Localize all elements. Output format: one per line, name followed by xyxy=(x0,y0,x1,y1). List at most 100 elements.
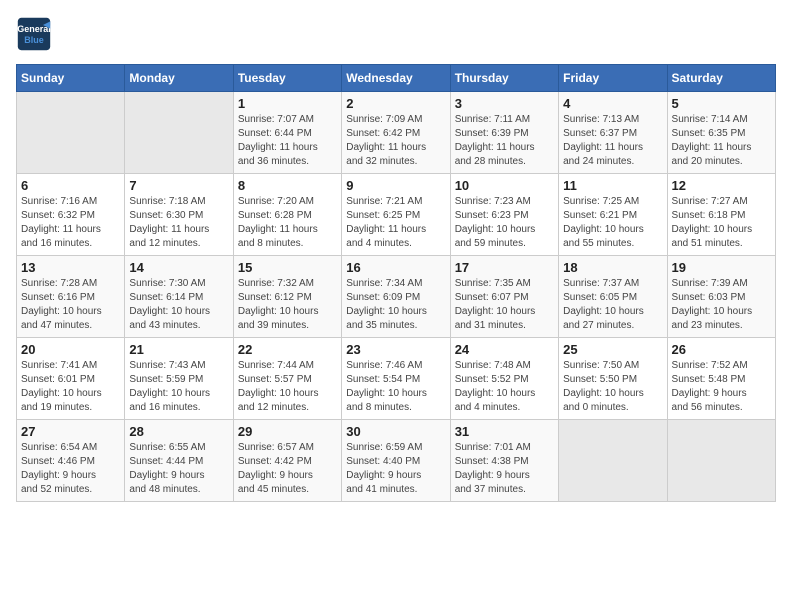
day-info: Sunrise: 7:11 AM Sunset: 6:39 PM Dayligh… xyxy=(455,113,554,169)
day-info: Sunrise: 7:21 AM Sunset: 6:25 PM Dayligh… xyxy=(346,195,445,251)
day-number: 25 xyxy=(563,342,662,357)
calendar-cell: 17 Sunrise: 7:35 AM Sunset: 6:07 PM Dayli… xyxy=(450,256,558,338)
day-header-wednesday: Wednesday xyxy=(342,65,450,92)
day-header-tuesday: Tuesday xyxy=(233,65,341,92)
day-info: Sunrise: 7:37 AM Sunset: 6:05 PM Dayligh… xyxy=(563,277,662,333)
calendar-cell: 9 Sunrise: 7:21 AM Sunset: 6:25 PM Daylig… xyxy=(342,174,450,256)
day-info: Sunrise: 7:07 AM Sunset: 6:44 PM Dayligh… xyxy=(238,113,337,169)
day-number: 7 xyxy=(129,178,228,193)
day-number: 26 xyxy=(672,342,771,357)
calendar-cell: 6 Sunrise: 7:16 AM Sunset: 6:32 PM Daylig… xyxy=(17,174,125,256)
calendar-cell: 29Sunrise: 6:57 AM Sunset: 4:42 PM Dayli… xyxy=(233,420,341,502)
day-number: 31 xyxy=(455,424,554,439)
calendar-cell: 23 Sunrise: 7:46 AM Sunset: 5:54 PM Dayli… xyxy=(342,338,450,420)
calendar-cell: 5 Sunrise: 7:14 AM Sunset: 6:35 PM Daylig… xyxy=(667,92,775,174)
calendar-cell xyxy=(17,92,125,174)
day-info: Sunrise: 7:52 AM Sunset: 5:48 PM Dayligh… xyxy=(672,359,771,415)
day-info: Sunrise: 7:35 AM Sunset: 6:07 PM Dayligh… xyxy=(455,277,554,333)
day-number: 1 xyxy=(238,96,337,111)
day-info: Sunrise: 7:27 AM Sunset: 6:18 PM Dayligh… xyxy=(672,195,771,251)
day-info: Sunrise: 7:16 AM Sunset: 6:32 PM Dayligh… xyxy=(21,195,120,251)
day-info: Sunrise: 7:20 AM Sunset: 6:28 PM Dayligh… xyxy=(238,195,337,251)
day-info: Sunrise: 7:43 AM Sunset: 5:59 PM Dayligh… xyxy=(129,359,228,415)
calendar-cell: 12 Sunrise: 7:27 AM Sunset: 6:18 PM Dayli… xyxy=(667,174,775,256)
day-number: 23 xyxy=(346,342,445,357)
calendar-cell: 4 Sunrise: 7:13 AM Sunset: 6:37 PM Daylig… xyxy=(559,92,667,174)
day-info: Sunrise: 7:34 AM Sunset: 6:09 PM Dayligh… xyxy=(346,277,445,333)
day-number: 18 xyxy=(563,260,662,275)
day-number: 28 xyxy=(129,424,228,439)
calendar-cell: 25 Sunrise: 7:50 AM Sunset: 5:50 PM Dayli… xyxy=(559,338,667,420)
calendar-cell: 1 Sunrise: 7:07 AM Sunset: 6:44 PM Daylig… xyxy=(233,92,341,174)
calendar-cell: 15 Sunrise: 7:32 AM Sunset: 6:12 PM Dayli… xyxy=(233,256,341,338)
day-number: 6 xyxy=(21,178,120,193)
day-header-monday: Monday xyxy=(125,65,233,92)
calendar-week-row: 13 Sunrise: 7:28 AM Sunset: 6:16 PM Dayli… xyxy=(17,256,776,338)
calendar-cell: 2 Sunrise: 7:09 AM Sunset: 6:42 PM Daylig… xyxy=(342,92,450,174)
day-number: 16 xyxy=(346,260,445,275)
day-number: 15 xyxy=(238,260,337,275)
calendar-cell: 16 Sunrise: 7:34 AM Sunset: 6:09 PM Dayli… xyxy=(342,256,450,338)
day-number: 19 xyxy=(672,260,771,275)
day-info: Sunrise: 7:14 AM Sunset: 6:35 PM Dayligh… xyxy=(672,113,771,169)
day-number: 8 xyxy=(238,178,337,193)
day-info: Sunrise: 6:59 AM Sunset: 4:40 PM Dayligh… xyxy=(346,441,445,497)
calendar-cell xyxy=(667,420,775,502)
day-info: Sunrise: 7:25 AM Sunset: 6:21 PM Dayligh… xyxy=(563,195,662,251)
calendar-cell xyxy=(559,420,667,502)
calendar-cell: 28 Sunrise: 6:55 AM Sunset: 4:44 PM Dayli… xyxy=(125,420,233,502)
day-number: 4 xyxy=(563,96,662,111)
day-info: Sunrise: 7:41 AM Sunset: 6:01 PM Dayligh… xyxy=(21,359,120,415)
calendar-cell: 18 Sunrise: 7:37 AM Sunset: 6:05 PM Dayli… xyxy=(559,256,667,338)
calendar-cell: 27 Sunrise: 6:54 AM Sunset: 4:46 PM Dayli… xyxy=(17,420,125,502)
day-info: Sunrise: 7:48 AM Sunset: 5:52 PM Dayligh… xyxy=(455,359,554,415)
day-info: Sunrise: 7:50 AM Sunset: 5:50 PM Dayligh… xyxy=(563,359,662,415)
day-number: 3 xyxy=(455,96,554,111)
calendar-cell: 3 Sunrise: 7:11 AM Sunset: 6:39 PM Daylig… xyxy=(450,92,558,174)
calendar-week-row: 1 Sunrise: 7:07 AM Sunset: 6:44 PM Daylig… xyxy=(17,92,776,174)
day-info: Sunrise: 7:13 AM Sunset: 6:37 PM Dayligh… xyxy=(563,113,662,169)
calendar-cell: 8 Sunrise: 7:20 AM Sunset: 6:28 PM Daylig… xyxy=(233,174,341,256)
day-number: 12 xyxy=(672,178,771,193)
day-info: Sunrise: 6:54 AM Sunset: 4:46 PM Dayligh… xyxy=(21,441,120,497)
calendar-week-row: 6 Sunrise: 7:16 AM Sunset: 6:32 PM Daylig… xyxy=(17,174,776,256)
day-number: 20 xyxy=(21,342,120,357)
day-info: Sunrise: 7:23 AM Sunset: 6:23 PM Dayligh… xyxy=(455,195,554,251)
calendar-cell: 13 Sunrise: 7:28 AM Sunset: 6:16 PM Dayli… xyxy=(17,256,125,338)
day-number: 2 xyxy=(346,96,445,111)
day-info: Sunrise: 6:57 AM Sunset: 4:42 PM Dayligh… xyxy=(238,441,337,497)
day-header-thursday: Thursday xyxy=(450,65,558,92)
day-number: 27 xyxy=(21,424,120,439)
calendar-week-row: 20 Sunrise: 7:41 AM Sunset: 6:01 PM Dayli… xyxy=(17,338,776,420)
calendar-week-row: 27 Sunrise: 6:54 AM Sunset: 4:46 PM Dayli… xyxy=(17,420,776,502)
calendar-cell xyxy=(125,92,233,174)
calendar-cell: 14 Sunrise: 7:30 AM Sunset: 6:14 PM Dayli… xyxy=(125,256,233,338)
calendar-cell: 22 Sunrise: 7:44 AM Sunset: 5:57 PM Dayli… xyxy=(233,338,341,420)
day-info: Sunrise: 7:01 AM Sunset: 4:38 PM Dayligh… xyxy=(455,441,554,497)
day-number: 17 xyxy=(455,260,554,275)
day-info: Sunrise: 7:18 AM Sunset: 6:30 PM Dayligh… xyxy=(129,195,228,251)
page-header: General Blue xyxy=(16,16,776,52)
day-info: Sunrise: 7:09 AM Sunset: 6:42 PM Dayligh… xyxy=(346,113,445,169)
day-number: 5 xyxy=(672,96,771,111)
calendar-header-row: SundayMondayTuesdayWednesdayThursdayFrid… xyxy=(17,65,776,92)
calendar-table: SundayMondayTuesdayWednesdayThursdayFrid… xyxy=(16,64,776,502)
calendar-cell: 10Sunrise: 7:23 AM Sunset: 6:23 PM Dayli… xyxy=(450,174,558,256)
calendar-cell: 7 Sunrise: 7:18 AM Sunset: 6:30 PM Daylig… xyxy=(125,174,233,256)
day-info: Sunrise: 6:55 AM Sunset: 4:44 PM Dayligh… xyxy=(129,441,228,497)
day-info: Sunrise: 7:46 AM Sunset: 5:54 PM Dayligh… xyxy=(346,359,445,415)
calendar-cell: 24Sunrise: 7:48 AM Sunset: 5:52 PM Dayli… xyxy=(450,338,558,420)
day-number: 22 xyxy=(238,342,337,357)
day-info: Sunrise: 7:28 AM Sunset: 6:16 PM Dayligh… xyxy=(21,277,120,333)
day-info: Sunrise: 7:44 AM Sunset: 5:57 PM Dayligh… xyxy=(238,359,337,415)
calendar-cell: 20 Sunrise: 7:41 AM Sunset: 6:01 PM Dayli… xyxy=(17,338,125,420)
day-number: 13 xyxy=(21,260,120,275)
day-header-sunday: Sunday xyxy=(17,65,125,92)
day-info: Sunrise: 7:32 AM Sunset: 6:12 PM Dayligh… xyxy=(238,277,337,333)
day-info: Sunrise: 7:39 AM Sunset: 6:03 PM Dayligh… xyxy=(672,277,771,333)
calendar-cell: 31 Sunrise: 7:01 AM Sunset: 4:38 PM Dayli… xyxy=(450,420,558,502)
calendar-cell: 21Sunrise: 7:43 AM Sunset: 5:59 PM Dayli… xyxy=(125,338,233,420)
day-number: 9 xyxy=(346,178,445,193)
day-number: 14 xyxy=(129,260,228,275)
day-info: Sunrise: 7:30 AM Sunset: 6:14 PM Dayligh… xyxy=(129,277,228,333)
